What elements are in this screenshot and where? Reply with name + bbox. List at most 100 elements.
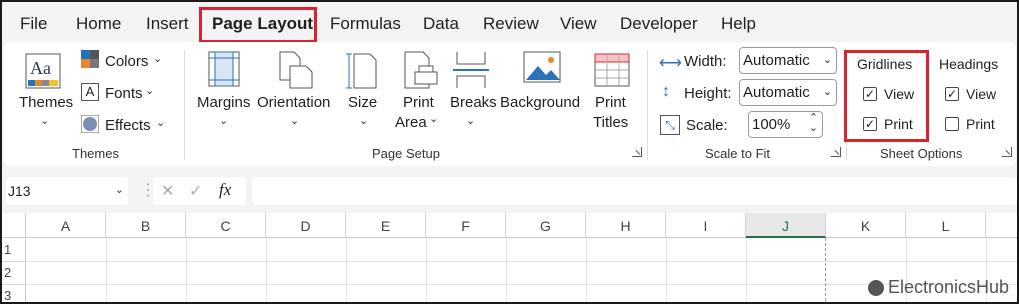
enter-icon[interactable]: ✓ xyxy=(189,181,202,201)
print-area-label-2[interactable]: Area xyxy=(395,114,427,131)
scale-icon: ⤡ xyxy=(660,115,680,135)
formula-buttons: ✕ ✓ fx xyxy=(153,177,246,205)
width-label: Width: xyxy=(684,53,727,70)
name-box-value: J13 xyxy=(8,183,31,199)
headings-view-checkbox[interactable]: ✓ xyxy=(945,87,959,101)
chevron-down-icon: ⌄ xyxy=(156,117,166,129)
fonts-button[interactable]: Fonts xyxy=(105,85,143,102)
svg-text:Aa: Aa xyxy=(30,58,51,78)
column-header[interactable]: G xyxy=(506,213,586,238)
column-header[interactable]: L xyxy=(906,213,986,238)
background-icon[interactable] xyxy=(522,50,562,93)
chevron-down-icon: ⌄ xyxy=(145,85,155,97)
tab-help[interactable]: Help xyxy=(721,14,756,34)
margins-icon[interactable] xyxy=(207,50,241,93)
column-header[interactable]: K xyxy=(826,213,906,238)
page-break-line xyxy=(825,238,826,302)
breaks-button[interactable]: Breaks xyxy=(450,94,497,111)
effects-icon xyxy=(80,114,100,138)
ribbon-tab-bar: File Home Insert Page Layout Formulas Da… xyxy=(2,2,1017,43)
print-titles-label-1[interactable]: Print xyxy=(595,94,626,111)
cancel-icon[interactable]: ✕ xyxy=(161,181,174,201)
print-area-label-1[interactable]: Print xyxy=(403,94,434,111)
orientation-icon[interactable] xyxy=(276,50,316,95)
group-divider xyxy=(647,50,648,160)
height-label: Height: xyxy=(684,85,732,102)
column-header-active[interactable]: J xyxy=(746,213,826,238)
sheet-options-launcher-icon[interactable] xyxy=(1002,147,1012,157)
colors-icon xyxy=(81,50,99,73)
scale-label: Scale: xyxy=(686,117,728,134)
sheet-options-group-label: Sheet Options xyxy=(880,146,963,161)
scale-to-fit-group-label: Scale to Fit xyxy=(705,146,771,161)
themes-icon[interactable]: Aa xyxy=(24,52,64,97)
height-dropdown[interactable]: Automatic ⌄ xyxy=(739,79,837,106)
scale-stepper[interactable]: 100% ⌃ ⌄ xyxy=(748,111,823,138)
column-header[interactable]: C xyxy=(186,213,266,238)
tab-file[interactable]: File xyxy=(20,14,47,34)
headings-print-label[interactable]: Print xyxy=(966,116,995,132)
row-header[interactable]: 1 xyxy=(2,239,26,262)
margins-button[interactable]: Margins xyxy=(197,94,250,111)
height-dropdown-value: Automatic xyxy=(743,84,810,101)
tab-formulas[interactable]: Formulas xyxy=(330,14,401,34)
column-header[interactable]: A xyxy=(26,213,106,238)
print-titles-icon[interactable] xyxy=(593,52,631,93)
width-icon: ⟷ xyxy=(659,55,682,72)
size-icon[interactable] xyxy=(346,50,380,95)
headings-view-label[interactable]: View xyxy=(966,86,996,102)
tab-review[interactable]: Review xyxy=(483,14,539,34)
headings-print-checkbox[interactable] xyxy=(945,117,959,131)
orientation-button[interactable]: Orientation xyxy=(257,94,330,111)
chevron-down-icon[interactable]: ⌄ xyxy=(809,121,818,134)
worksheet-grid[interactable]: A B C D E F G H I J K L 1 2 3 Electronic… xyxy=(2,213,1017,302)
themes-button-label[interactable]: Themes xyxy=(19,94,73,111)
colors-button[interactable]: Colors xyxy=(105,53,148,70)
effects-button[interactable]: Effects xyxy=(105,117,151,134)
row-header[interactable]: 3 xyxy=(2,285,26,302)
column-header[interactable]: B xyxy=(106,213,186,238)
insert-function-icon[interactable]: fx xyxy=(219,180,231,200)
name-box[interactable]: J13 ⌄ xyxy=(6,177,128,205)
excel-window: File Home Insert Page Layout Formulas Da… xyxy=(0,0,1019,304)
formula-input[interactable] xyxy=(252,177,1017,205)
height-icon: ↕ xyxy=(662,83,670,100)
fonts-icon: A xyxy=(81,83,99,101)
tab-home[interactable]: Home xyxy=(76,14,121,34)
gridline xyxy=(426,238,427,302)
headings-heading: Headings xyxy=(939,56,999,72)
chevron-down-icon: ⌄ xyxy=(219,115,229,127)
page-setup-group-label: Page Setup xyxy=(372,146,440,161)
page-layout-highlight-box xyxy=(199,7,317,43)
column-header[interactable]: D xyxy=(266,213,346,238)
column-header[interactable]: F xyxy=(426,213,506,238)
chevron-down-icon: ⌄ xyxy=(290,115,300,127)
size-button[interactable]: Size xyxy=(348,94,377,111)
gridline xyxy=(186,238,187,302)
chevron-down-icon: ⌄ xyxy=(40,115,50,127)
tab-developer[interactable]: Developer xyxy=(620,14,698,34)
page-setup-launcher-icon[interactable] xyxy=(632,147,642,157)
tab-data[interactable]: Data xyxy=(423,14,459,34)
chevron-down-icon: ⌄ xyxy=(114,184,124,196)
column-header[interactable]: H xyxy=(586,213,666,238)
column-header[interactable]: I xyxy=(666,213,746,238)
scale-to-fit-launcher-icon[interactable] xyxy=(831,147,841,157)
gridline xyxy=(106,238,107,302)
breaks-icon[interactable] xyxy=(453,50,489,95)
tab-insert[interactable]: Insert xyxy=(146,14,189,34)
group-divider xyxy=(184,50,185,160)
background-button[interactable]: Background xyxy=(500,94,580,111)
row-header[interactable]: 2 xyxy=(2,262,26,285)
gridline xyxy=(506,238,507,302)
gridline xyxy=(746,238,747,302)
select-all-corner[interactable] xyxy=(2,213,26,238)
column-header[interactable] xyxy=(986,213,1017,238)
print-titles-label-2[interactable]: Titles xyxy=(593,114,628,131)
chevron-down-icon: ⌄ xyxy=(153,53,163,65)
print-area-icon[interactable] xyxy=(401,50,441,95)
column-header[interactable]: E xyxy=(346,213,426,238)
tab-view[interactable]: View xyxy=(560,14,597,34)
width-dropdown[interactable]: Automatic ⌄ xyxy=(739,47,837,74)
gridline xyxy=(266,238,267,302)
